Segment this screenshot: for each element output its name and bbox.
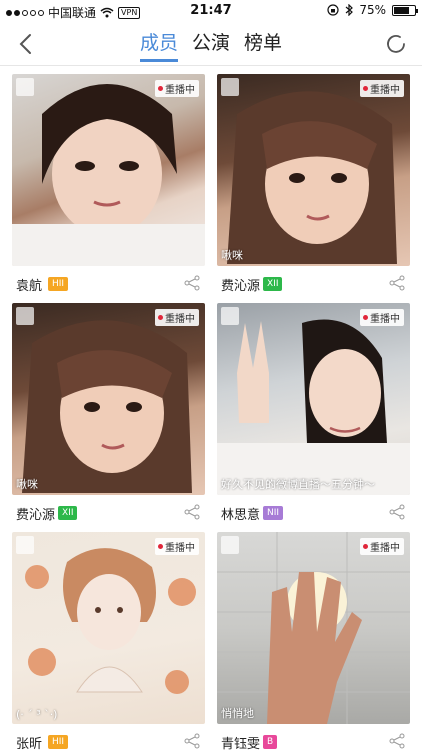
- member-photo: [25, 548, 196, 694]
- replay-badge: 重播中: [155, 309, 199, 326]
- share-icon[interactable]: [388, 732, 406, 750]
- document-icon: [221, 78, 239, 96]
- member-meta: 费沁源 XII: [217, 272, 410, 296]
- member-thumbnail[interactable]: 重播中 悄悄地: [217, 532, 410, 724]
- member-photo: [22, 320, 192, 493]
- replay-badge: 重播中: [155, 80, 199, 97]
- document-icon: [16, 536, 34, 554]
- member-meta: 林思意 NII: [217, 501, 410, 525]
- member-thumbnail[interactable]: 重播中 啾咪: [12, 303, 205, 495]
- team-badge: XII: [58, 506, 78, 520]
- replay-label: 重播中: [370, 85, 400, 96]
- tab-members[interactable]: 成员: [140, 28, 179, 62]
- member-thumbnail[interactable]: 重播中: [12, 74, 205, 266]
- member-meta: 青钰雯 B: [217, 730, 410, 750]
- team-badge: B: [263, 735, 278, 749]
- member-card[interactable]: 重播中 悄悄地 青钰雯 B: [217, 532, 410, 750]
- team-badge: XII: [263, 277, 283, 291]
- member-photo: [217, 319, 410, 495]
- tab-bar: 成员 公演 榜单: [140, 28, 282, 62]
- member-photo: [217, 532, 410, 724]
- video-caption: 啾咪: [16, 478, 38, 491]
- share-icon[interactable]: [183, 732, 201, 750]
- nav-bar: 成员 公演 榜单: [0, 22, 422, 66]
- member-card[interactable]: 重播中 好久不见的微博直播～五分钟～ 林思意 NII: [217, 303, 410, 531]
- team-badge: HII: [48, 277, 69, 291]
- member-card[interactable]: 重播中 啾咪 费沁源 XII: [12, 303, 205, 531]
- replay-label: 重播中: [370, 543, 400, 554]
- replay-badge: 重播中: [155, 538, 199, 555]
- replay-badge: 重播中: [360, 309, 404, 326]
- refresh-icon[interactable]: [384, 32, 408, 56]
- member-name[interactable]: 袁航: [16, 275, 42, 294]
- document-icon: [16, 307, 34, 325]
- live-dot-icon: [158, 315, 163, 320]
- video-caption: (· ´ ³ `·): [16, 708, 58, 721]
- status-bar: 中国联通 VPN 21:47 75%: [0, 0, 422, 22]
- member-card[interactable]: 重播中 啾咪 费沁源 XII: [217, 74, 410, 302]
- member-photo: [12, 84, 205, 266]
- rotation-lock-icon: [327, 4, 339, 16]
- tab-performances[interactable]: 公演: [192, 28, 230, 62]
- tab-rankings[interactable]: 榜单: [244, 28, 282, 62]
- document-icon: [16, 78, 34, 96]
- replay-label: 重播中: [165, 85, 195, 96]
- member-card[interactable]: 重播中 袁航 HII: [12, 74, 205, 302]
- member-meta: 袁航 HII: [12, 272, 205, 296]
- replay-label: 重播中: [370, 314, 400, 325]
- member-thumbnail[interactable]: 重播中 好久不见的微博直播～五分钟～: [217, 303, 410, 495]
- team-badge: HII: [48, 735, 69, 749]
- live-dot-icon: [158, 86, 163, 91]
- live-dot-icon: [363, 86, 368, 91]
- video-caption: 好久不见的微博直播～五分钟～: [221, 478, 375, 491]
- member-card[interactable]: 重播中 (· ´ ³ `·) 张昕 HII: [12, 532, 205, 750]
- member-photo: [227, 91, 397, 264]
- member-name[interactable]: 费沁源: [16, 504, 55, 523]
- battery-percent: 75%: [359, 3, 386, 17]
- share-icon[interactable]: [183, 274, 201, 292]
- bluetooth-icon: [345, 4, 354, 16]
- member-name[interactable]: 青钰雯: [221, 733, 260, 750]
- back-button[interactable]: [12, 30, 40, 58]
- live-dot-icon: [158, 544, 163, 549]
- live-dot-icon: [363, 315, 368, 320]
- share-icon[interactable]: [388, 503, 406, 521]
- replay-badge: 重播中: [360, 538, 404, 555]
- member-thumbnail[interactable]: 重播中 啾咪: [217, 74, 410, 266]
- member-name[interactable]: 林思意: [221, 504, 260, 523]
- member-meta: 张昕 HII: [12, 730, 205, 750]
- video-caption: 悄悄地: [221, 707, 254, 720]
- share-icon[interactable]: [183, 503, 201, 521]
- battery-icon: [392, 4, 418, 16]
- live-dot-icon: [363, 544, 368, 549]
- document-icon: [221, 536, 239, 554]
- member-thumbnail[interactable]: 重播中 (· ´ ³ `·): [12, 532, 205, 724]
- replay-badge: 重播中: [360, 80, 404, 97]
- video-caption: 啾咪: [221, 249, 243, 262]
- document-icon: [221, 307, 239, 325]
- member-name[interactable]: 张昕: [16, 733, 42, 750]
- member-name[interactable]: 费沁源: [221, 275, 260, 294]
- replay-label: 重播中: [165, 314, 195, 325]
- status-right: 75%: [327, 3, 418, 17]
- share-icon[interactable]: [388, 274, 406, 292]
- replay-label: 重播中: [165, 543, 195, 554]
- member-meta: 费沁源 XII: [12, 501, 205, 525]
- team-badge: NII: [263, 506, 284, 520]
